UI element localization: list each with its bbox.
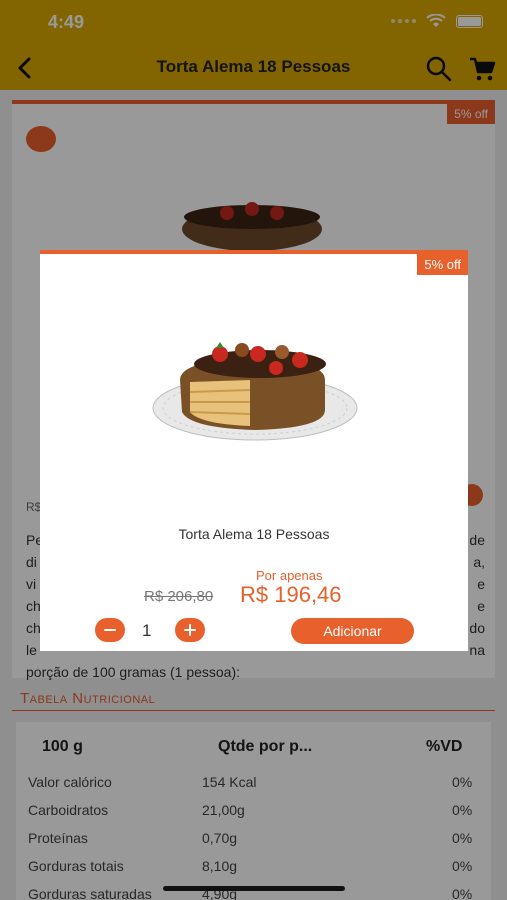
minus-icon [104, 629, 116, 631]
modal-discount-badge: 5% off [417, 254, 468, 275]
offer-label: Por apenas [256, 568, 323, 583]
add-to-cart-modal: 5% off Torta Alema 18 Pessoas Por apenas… [40, 250, 468, 651]
modal-product-name: Torta Alema 18 Pessoas [178, 526, 330, 542]
decrease-quantity-button[interactable] [95, 618, 125, 642]
home-indicator [163, 886, 345, 891]
new-price: R$ 196,46 [240, 582, 342, 607]
product-image [152, 342, 358, 441]
quantity-value: 1 [142, 621, 152, 640]
plus-icon [184, 624, 196, 636]
add-to-cart-button[interactable]: Adicionar [291, 618, 414, 644]
increase-quantity-button[interactable] [175, 618, 205, 642]
old-price: R$ 206,80 [144, 588, 214, 605]
